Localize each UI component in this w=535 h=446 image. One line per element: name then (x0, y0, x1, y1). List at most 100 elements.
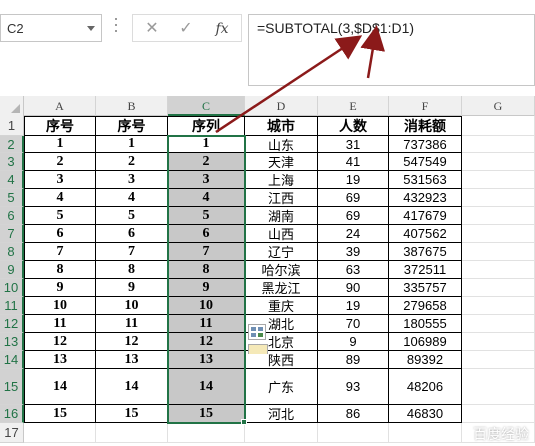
row-header-15[interactable]: 15 (0, 369, 24, 405)
data-cell[interactable]: 180555 (389, 315, 462, 333)
empty-cell[interactable] (462, 189, 535, 207)
fill-handle[interactable] (241, 419, 247, 425)
row-header-8[interactable]: 8 (0, 243, 24, 261)
data-cell[interactable]: 黑龙江 (245, 279, 318, 297)
data-cell[interactable]: 5 (96, 207, 168, 225)
data-cell[interactable]: 31 (318, 136, 389, 153)
data-cell[interactable]: 10 (24, 297, 96, 315)
active-cell[interactable]: 1 (168, 136, 245, 153)
formula-text[interactable]: =SUBTOTAL(3,$D$1:D1) (257, 20, 414, 36)
empty-cell[interactable] (462, 225, 535, 243)
selected-cell[interactable]: 2 (168, 153, 245, 171)
data-cell[interactable]: 10 (96, 297, 168, 315)
data-cell[interactable]: 1 (24, 136, 96, 153)
data-cell[interactable]: 63 (318, 261, 389, 279)
data-cell[interactable]: 70 (318, 315, 389, 333)
data-cell[interactable]: 辽宁 (245, 243, 318, 261)
data-cell[interactable]: 5 (24, 207, 96, 225)
selected-cell[interactable]: 12 (168, 333, 245, 351)
selected-cell[interactable]: 15 (168, 405, 245, 423)
row-header-16[interactable]: 16 (0, 405, 24, 423)
empty-cell[interactable] (245, 423, 318, 443)
data-cell[interactable]: 山东 (245, 136, 318, 153)
data-cell[interactable]: 372511 (389, 261, 462, 279)
data-cell[interactable]: 12 (24, 333, 96, 351)
data-cell[interactable]: 重庆 (245, 297, 318, 315)
header-cell[interactable]: 城市 (245, 116, 318, 136)
cancel-icon[interactable]: ✕ (139, 18, 165, 40)
selected-cell[interactable]: 8 (168, 261, 245, 279)
data-cell[interactable]: 9 (96, 279, 168, 297)
empty-cell[interactable] (462, 279, 535, 297)
empty-cell[interactable] (462, 369, 535, 405)
data-cell[interactable]: 哈尔滨 (245, 261, 318, 279)
data-cell[interactable]: 531563 (389, 171, 462, 189)
data-cell[interactable]: 737386 (389, 136, 462, 153)
data-cell[interactable]: 6 (96, 225, 168, 243)
empty-cell[interactable] (462, 315, 535, 333)
row-header-11[interactable]: 11 (0, 297, 24, 315)
data-cell[interactable]: 2 (96, 153, 168, 171)
selected-cell[interactable]: 4 (168, 189, 245, 207)
data-cell[interactable]: 14 (96, 369, 168, 405)
data-cell[interactable]: 335757 (389, 279, 462, 297)
data-cell[interactable]: 387675 (389, 243, 462, 261)
header-cell[interactable]: 人数 (318, 116, 389, 136)
data-cell[interactable]: 8 (24, 261, 96, 279)
header-cell[interactable]: 序号 (24, 116, 96, 136)
empty-cell[interactable] (462, 261, 535, 279)
empty-cell[interactable] (462, 351, 535, 369)
row-header-9[interactable]: 9 (0, 261, 24, 279)
name-box[interactable]: C2 (0, 14, 102, 42)
data-cell[interactable]: 8 (96, 261, 168, 279)
data-cell[interactable]: 13 (96, 351, 168, 369)
data-cell[interactable]: 48206 (389, 369, 462, 405)
row-header-3[interactable]: 3 (0, 153, 24, 171)
header-cell[interactable]: 消耗额 (389, 116, 462, 136)
column-header-f[interactable]: F (389, 96, 462, 116)
empty-cell[interactable] (24, 423, 96, 443)
data-cell[interactable]: 2 (24, 153, 96, 171)
data-cell[interactable]: 89 (318, 351, 389, 369)
data-cell[interactable]: 279658 (389, 297, 462, 315)
selected-cell[interactable]: 7 (168, 243, 245, 261)
data-cell[interactable]: 6 (24, 225, 96, 243)
empty-cell[interactable] (462, 171, 535, 189)
row-header-2[interactable]: 2 (0, 136, 24, 153)
data-cell[interactable]: 39 (318, 243, 389, 261)
row-header-6[interactable]: 6 (0, 207, 24, 225)
data-cell[interactable]: 1 (96, 136, 168, 153)
row-header-10[interactable]: 10 (0, 279, 24, 297)
data-cell[interactable]: 19 (318, 297, 389, 315)
empty-cell[interactable] (96, 423, 168, 443)
selected-cell[interactable]: 13 (168, 351, 245, 369)
data-cell[interactable]: 3 (96, 171, 168, 189)
row-header-1[interactable]: 1 (0, 116, 24, 136)
row-header-14[interactable]: 14 (0, 351, 24, 369)
data-cell[interactable]: 江西 (245, 189, 318, 207)
data-cell[interactable]: 14 (24, 369, 96, 405)
selected-cell[interactable]: 14 (168, 369, 245, 405)
enter-icon[interactable]: ✓ (173, 18, 199, 40)
column-header-d[interactable]: D (245, 96, 318, 116)
empty-cell[interactable] (462, 333, 535, 351)
column-header-a[interactable]: A (24, 96, 96, 116)
selected-cell[interactable]: 3 (168, 171, 245, 189)
data-cell[interactable]: 4 (24, 189, 96, 207)
fx-icon[interactable]: fx (209, 18, 235, 40)
row-header-17[interactable]: 17 (0, 423, 24, 443)
data-cell[interactable]: 3 (24, 171, 96, 189)
data-cell[interactable]: 46830 (389, 405, 462, 423)
data-cell[interactable]: 湖南 (245, 207, 318, 225)
dropdown-arrow-icon[interactable] (87, 26, 95, 31)
separator-dots[interactable] (114, 18, 118, 38)
data-cell[interactable]: 90 (318, 279, 389, 297)
data-cell[interactable]: 15 (24, 405, 96, 423)
data-cell[interactable]: 69 (318, 189, 389, 207)
empty-cell[interactable] (462, 136, 535, 153)
header-cell[interactable]: 序列 (168, 116, 245, 136)
empty-cell[interactable] (168, 423, 245, 443)
data-cell[interactable]: 河北 (245, 405, 318, 423)
data-cell[interactable]: 417679 (389, 207, 462, 225)
data-cell[interactable]: 432923 (389, 189, 462, 207)
